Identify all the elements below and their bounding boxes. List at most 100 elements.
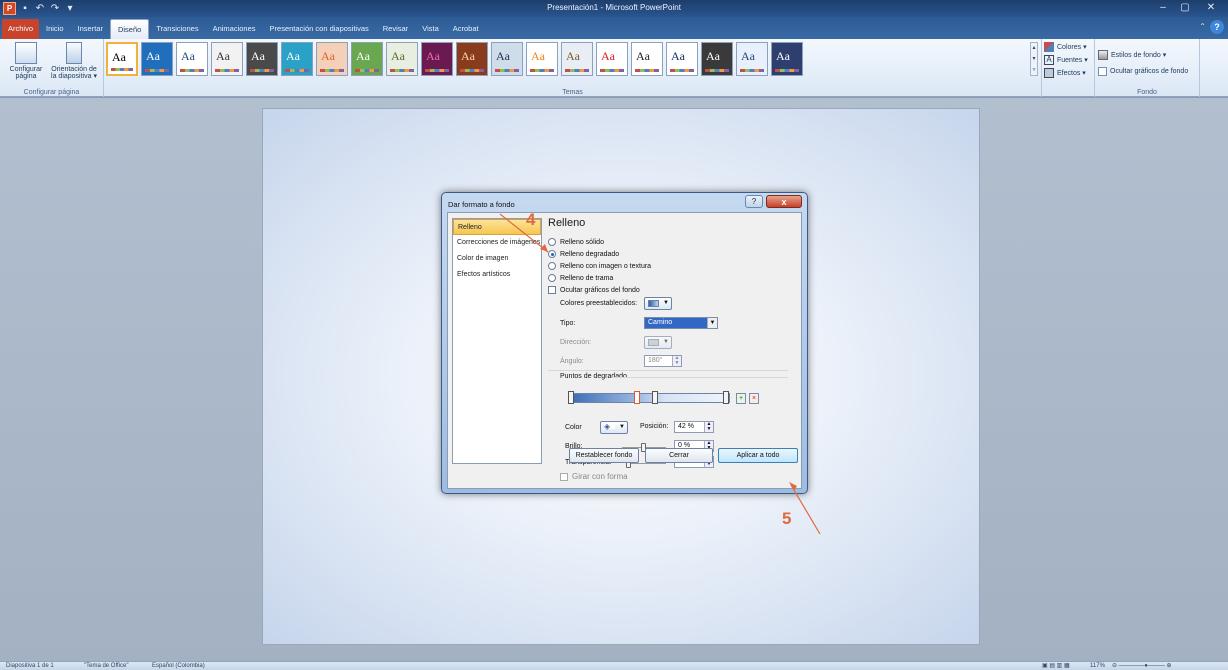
label-type: Tipo: — [560, 320, 576, 327]
hide-background-checkbox[interactable] — [1098, 67, 1107, 76]
theme-gallery-scroll[interactable]: ▴ ▾ ▿ — [1030, 42, 1038, 76]
label-hide-graphics: Ocultar gráficos del fondo — [560, 286, 640, 294]
tab-presentacion[interactable]: Presentación con diapositivas — [263, 19, 376, 39]
close-dialog-button[interactable]: Cerrar — [645, 448, 713, 463]
theme-thumbnail[interactable]: Aa — [351, 42, 383, 76]
tab-revisar[interactable]: Revisar — [376, 19, 415, 39]
direction-dropdown[interactable]: ▼ — [644, 336, 672, 349]
nav-color-imagen[interactable]: Color de imagen — [453, 251, 541, 267]
radio-pattern-fill[interactable] — [548, 274, 556, 282]
status-slide-count: Diapositiva 1 de 1 — [6, 663, 54, 669]
theme-thumbnail[interactable]: Aa — [246, 42, 278, 76]
theme-thumbnail[interactable]: Aa — [316, 42, 348, 76]
direction-swatch — [648, 339, 659, 346]
checkbox-rotate-with-shape[interactable] — [560, 472, 568, 481]
minimize-button[interactable]: – — [1152, 0, 1174, 15]
theme-effects-button[interactable]: Efectos ▾ — [1044, 68, 1086, 78]
radio-gradient-fill[interactable] — [548, 250, 556, 258]
spinner-arrows-icon[interactable]: ▲▼ — [672, 356, 681, 366]
nav-correcciones[interactable]: Correcciones de imágenes — [453, 235, 541, 251]
theme-thumbnail[interactable]: Aa — [771, 42, 803, 76]
dialog-title: Dar formato a fondo — [448, 200, 515, 209]
theme-thumbnail[interactable]: Aa — [141, 42, 173, 76]
tab-animaciones[interactable]: Animaciones — [206, 19, 263, 39]
transparency-slider[interactable] — [626, 459, 666, 468]
zoom-level[interactable]: 117% — [1090, 662, 1105, 670]
gradient-stop-selected[interactable] — [634, 391, 641, 404]
theme-thumbnail[interactable]: Aa — [736, 42, 768, 76]
slide-orientation-button[interactable]: Orientación de la diapositiva ▾ — [46, 42, 102, 80]
reset-background-button[interactable]: Restablecer fondo — [569, 448, 639, 463]
theme-thumbnail[interactable]: Aa — [526, 42, 558, 76]
view-buttons[interactable]: ▣ ▤ ▥ ▦ — [1042, 662, 1070, 670]
tab-acrobat[interactable]: Acrobat — [446, 19, 486, 39]
theme-thumbnail[interactable]: Aa — [421, 42, 453, 76]
theme-thumbnail[interactable]: Aa — [386, 42, 418, 76]
add-stop-icon[interactable]: + — [736, 393, 746, 404]
dialog-help-button[interactable]: ? — [745, 195, 763, 208]
theme-gallery: Aa Aa Aa Aa Aa Aa Aa Aa Aa Aa Aa Aa Aa Aa Aa Aa Aa Aa Aa Aa — [106, 42, 803, 76]
gradient-bar[interactable] — [570, 393, 730, 403]
theme-thumbnail[interactable]: Aa — [666, 42, 698, 76]
angle-spinner[interactable]: 180° ▲ ▼ — [644, 355, 682, 367]
tab-archivo[interactable]: Archivo — [2, 19, 40, 39]
theme-thumbnail[interactable]: Aa — [281, 42, 313, 76]
theme-thumbnail[interactable]: Aa — [211, 42, 243, 76]
save-icon[interactable]: ▪ — [19, 3, 31, 15]
gradient-stop-4[interactable] — [723, 391, 729, 404]
theme-thumbnail[interactable]: Aa — [456, 42, 488, 76]
theme-preview-text: Aa — [216, 49, 230, 63]
tab-transiciones[interactable]: Transiciones — [149, 19, 205, 39]
theme-colors-button[interactable]: Colores ▾ — [1044, 42, 1087, 52]
theme-thumbnail[interactable]: Aa — [701, 42, 733, 76]
theme-thumbnail[interactable]: Aa — [491, 42, 523, 76]
status-theme[interactable]: "Tema de Office" — [84, 662, 129, 670]
maximize-button[interactable]: ▢ — [1174, 0, 1196, 15]
theme-thumbnail[interactable]: Aa — [631, 42, 663, 76]
status-language[interactable]: Español (Colombia) — [152, 662, 205, 670]
theme-thumbnail[interactable]: Aa — [596, 42, 628, 76]
customize-qat-icon[interactable]: ▾ — [64, 3, 76, 15]
radio-solid-fill[interactable] — [548, 238, 556, 246]
theme-color-bars — [775, 69, 799, 72]
gradient-stop-3[interactable] — [652, 391, 658, 404]
hide-background-graphics[interactable]: Ocultar gráficos de fondo — [1098, 67, 1188, 76]
undo-icon[interactable]: ↶ — [34, 3, 46, 15]
dialog-close-button[interactable]: x — [766, 195, 802, 208]
option-solid-fill[interactable]: Relleno sólido — [548, 238, 604, 246]
help-icon[interactable]: ? — [1210, 20, 1224, 34]
theme-fonts-button[interactable]: A Fuentes ▾ — [1044, 55, 1088, 65]
powerpoint-logo-icon[interactable]: P — [3, 2, 16, 15]
radio-picture-fill[interactable] — [548, 262, 556, 270]
redo-icon[interactable]: ↷ — [49, 3, 61, 15]
option-pattern-fill[interactable]: Relleno de trama — [548, 274, 613, 282]
option-hide-graphics[interactable]: Ocultar gráficos del fondo — [548, 286, 640, 294]
theme-thumbnail[interactable]: Aa — [106, 42, 138, 76]
page-setup-button[interactable]: Configurar página — [6, 42, 46, 80]
theme-thumbnail[interactable]: Aa — [176, 42, 208, 76]
tab-diseno[interactable]: Diseño — [109, 19, 150, 39]
background-styles-button[interactable]: Estilos de fondo ▾ — [1098, 50, 1166, 60]
minimize-ribbon-icon[interactable]: ⌃ — [1199, 22, 1206, 31]
option-picture-fill[interactable]: Relleno con imagen o textura — [548, 262, 651, 270]
option-gradient-fill[interactable]: Relleno degradado — [548, 250, 619, 258]
theme-preview-text: Aa — [321, 49, 335, 63]
gradient-stop-1[interactable] — [568, 391, 574, 404]
spinner-arrows-icon[interactable]: ▲▼ — [704, 422, 713, 432]
close-button[interactable]: ✕ — [1196, 0, 1226, 15]
tab-inicio[interactable]: Inicio — [39, 19, 71, 39]
tab-insertar[interactable]: Insertar — [71, 19, 110, 39]
remove-stop-icon[interactable]: × — [749, 393, 759, 404]
theme-thumbnail[interactable]: Aa — [561, 42, 593, 76]
tab-vista[interactable]: Vista — [415, 19, 446, 39]
colors-label: Colores ▾ — [1057, 44, 1087, 51]
position-spinner[interactable]: 42 % ▲ ▼ — [674, 421, 714, 433]
type-dropdown[interactable]: Camino ▼ — [644, 317, 718, 329]
option-rotate-with-shape[interactable]: Girar con forma — [560, 472, 628, 481]
nav-efectos-artisticos[interactable]: Efectos artísticos — [453, 267, 541, 283]
zoom-slider[interactable]: ⊖ ──────●──── ⊕ — [1112, 662, 1172, 670]
checkbox-hide-graphics[interactable] — [548, 286, 556, 294]
apply-to-all-button[interactable]: Aplicar a todo — [718, 448, 798, 463]
stop-color-dropdown[interactable]: ◈ ▼ — [600, 421, 628, 434]
preset-colors-dropdown[interactable]: ▼ — [644, 297, 672, 310]
